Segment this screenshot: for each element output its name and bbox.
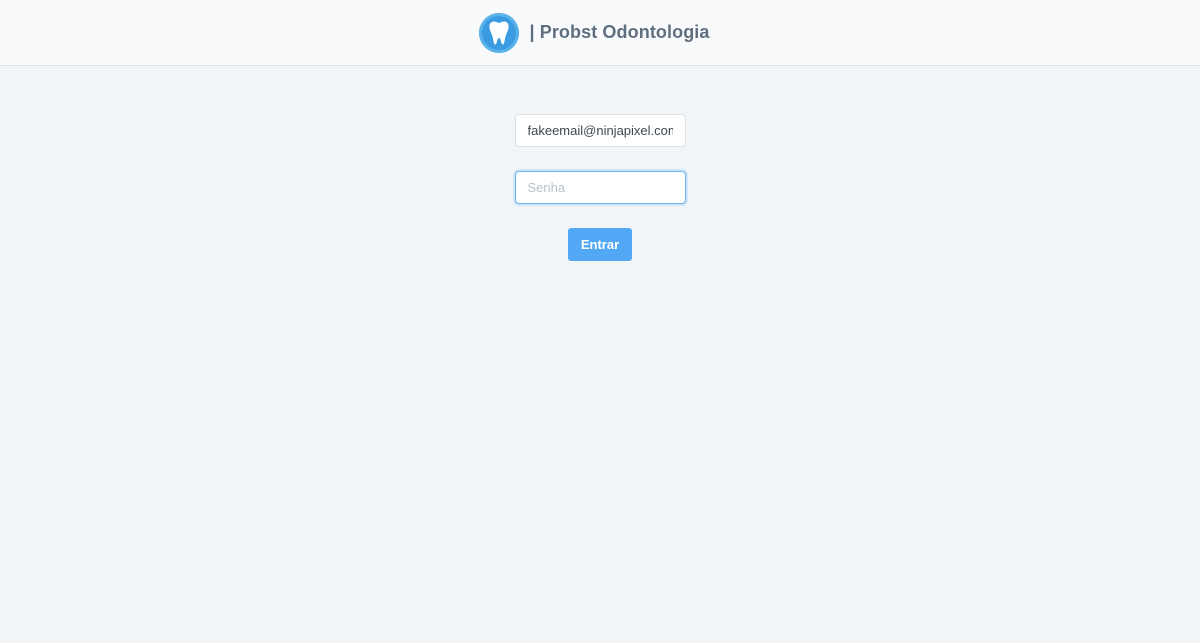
top-header: | Probst Odontologia [0,0,1200,66]
login-form: Entrar [0,114,1200,261]
password-field[interactable] [514,171,686,204]
login-button[interactable]: Entrar [568,228,632,261]
email-field[interactable] [514,114,686,147]
brand[interactable]: | Probst Odontologia [479,12,710,53]
tooth-icon [479,12,520,53]
app-title: | Probst Odontologia [529,22,710,42]
